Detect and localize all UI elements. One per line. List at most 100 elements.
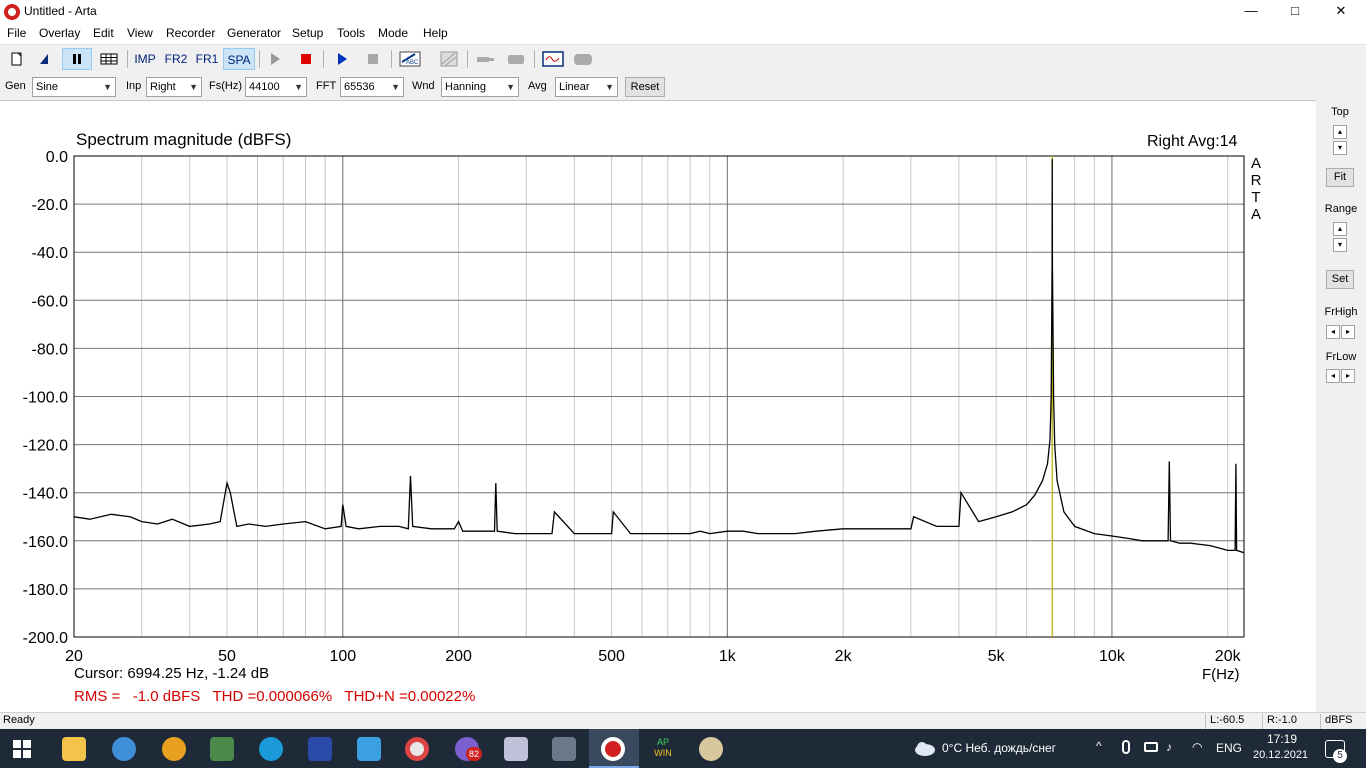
overlay-button[interactable] xyxy=(437,48,461,70)
windows-taskbar: 82 AP WIN 0°C Неб. дождь/снег ^ ♪ ◠ ENG … xyxy=(0,729,1366,768)
play-icon xyxy=(338,53,347,65)
minimize-button[interactable]: — xyxy=(1228,0,1274,23)
fit-button[interactable]: Fit xyxy=(1326,168,1354,187)
spectrum-app-icon[interactable] xyxy=(504,737,528,761)
windows-start-icon[interactable] xyxy=(13,740,31,758)
ap-win-icon[interactable]: AP WIN xyxy=(650,737,676,761)
audio-app-icon[interactable] xyxy=(162,737,186,761)
menu-overlay[interactable]: Overlay xyxy=(39,26,80,40)
scope-button[interactable] xyxy=(540,48,566,70)
vscode-icon[interactable] xyxy=(357,737,381,761)
status-bar: Ready L:-60.5 R:-1.0 dBFS xyxy=(0,712,1366,729)
frhigh-right-button[interactable]: ▸ xyxy=(1341,325,1355,339)
weather-app-icon[interactable] xyxy=(112,737,136,761)
menu-setup[interactable]: Setup xyxy=(292,26,323,40)
notification-count: 5 xyxy=(1333,749,1347,763)
close-button[interactable]: ✕ xyxy=(1318,0,1364,23)
menu-file[interactable]: File xyxy=(7,26,26,40)
wnd-select[interactable]: Hanning ▼ xyxy=(441,77,519,97)
menu-recorder[interactable]: Recorder xyxy=(166,26,215,40)
generator-stop-button[interactable] xyxy=(295,48,317,70)
table-view-button[interactable] xyxy=(97,48,121,70)
series-layer xyxy=(73,158,1245,554)
record-play-button[interactable] xyxy=(331,48,353,70)
chevron-down-icon: ▼ xyxy=(605,82,614,92)
menu-tools[interactable]: Tools xyxy=(337,26,365,40)
frhigh-left-button[interactable]: ◂ xyxy=(1326,325,1340,339)
imp-mode-button[interactable]: IMP xyxy=(132,48,158,70)
fs-select-value: 44100 xyxy=(249,81,280,93)
chevron-down-icon: ▼ xyxy=(506,82,515,92)
arta-vertical-brand: A R T A xyxy=(1249,155,1263,223)
range-label: Range xyxy=(1324,203,1358,215)
cloud-weather-icon[interactable] xyxy=(914,740,936,756)
toolbar-separator xyxy=(127,50,128,68)
spa-mode-button[interactable]: SPA xyxy=(223,48,255,70)
y-tick-label: -20.0 xyxy=(32,197,69,214)
paint-app-icon[interactable] xyxy=(699,737,723,761)
title-bar: Untitled - Arta — □ ✕ xyxy=(0,0,1366,23)
gen-select[interactable]: Sine ▼ xyxy=(32,77,116,97)
x-axis-ticks: 20 50 100 200 500 1k 2k 5k 10k 20k xyxy=(65,648,1241,665)
floppy-save-icon[interactable] xyxy=(308,737,332,761)
speaker-icon[interactable]: ♪ xyxy=(1166,740,1172,754)
pause-button[interactable] xyxy=(62,48,92,70)
fft-select[interactable]: 65536 ▼ xyxy=(340,77,404,97)
top-up-button[interactable]: ▴ xyxy=(1333,125,1347,139)
y-tick-label: 0.0 xyxy=(46,149,68,166)
calibrate-button[interactable]: ABC xyxy=(397,48,423,70)
menu-view[interactable]: View xyxy=(127,26,153,40)
file-explorer-icon[interactable] xyxy=(62,737,86,761)
probe-button[interactable] xyxy=(473,48,497,70)
range-up-button[interactable]: ▴ xyxy=(1333,222,1347,236)
fs-select[interactable]: 44100 ▼ xyxy=(245,77,307,97)
window-title: Untitled - Arta xyxy=(24,4,97,18)
set-button[interactable]: Set xyxy=(1326,270,1354,289)
stop-icon xyxy=(368,54,378,64)
range-down-button[interactable]: ▾ xyxy=(1333,238,1347,252)
new-file-button[interactable] xyxy=(6,48,28,70)
overlay-icon xyxy=(440,51,458,67)
arta-window: Untitled - Arta — □ ✕ File Overlay Edit … xyxy=(0,0,1366,768)
clock-date[interactable]: 20.12.2021 xyxy=(1253,749,1308,761)
x-tick-label: 20k xyxy=(1215,648,1242,665)
spectrum-chart[interactable]: 0.0 -20.0 -40.0 -60.0 -80.0 -100.0 -120.0 -140.… xyxy=(0,101,1316,713)
edge-browser-icon[interactable] xyxy=(259,737,283,761)
stop-icon xyxy=(301,54,311,64)
avg-select[interactable]: Linear ▼ xyxy=(555,77,618,97)
top-down-button[interactable]: ▾ xyxy=(1333,141,1347,155)
spectrum-plot-area[interactable]: 0.0 -20.0 -40.0 -60.0 -80.0 -100.0 -120.0 -140.… xyxy=(0,100,1316,712)
reset-button[interactable]: Reset xyxy=(625,77,665,97)
chevron-down-icon: ▼ xyxy=(294,82,303,92)
x-tick-label: 2k xyxy=(835,648,853,665)
fr2-mode-button[interactable]: FR2 xyxy=(162,48,190,70)
menu-help[interactable]: Help xyxy=(423,26,448,40)
x-tick-label: 5k xyxy=(988,648,1006,665)
wifi-icon[interactable]: ◠ xyxy=(1192,740,1202,754)
open-button[interactable] xyxy=(33,48,55,70)
menu-edit[interactable]: Edit xyxy=(93,26,114,40)
maximize-button[interactable]: □ xyxy=(1272,0,1318,23)
clock-time[interactable]: 17:19 xyxy=(1267,732,1297,746)
weather-text[interactable]: 0°C Неб. дождь/снег xyxy=(942,741,1056,755)
battery-icon[interactable] xyxy=(1144,742,1158,752)
fr1-mode-button[interactable]: FR1 xyxy=(193,48,221,70)
x-tick-label: 100 xyxy=(329,648,356,665)
chevron-up-icon[interactable]: ^ xyxy=(1096,739,1102,753)
arta-taskbar-icon[interactable] xyxy=(601,737,625,761)
microphone-icon[interactable] xyxy=(1122,740,1130,754)
menu-mode[interactable]: Mode xyxy=(378,26,408,40)
generator-play-button[interactable] xyxy=(264,48,286,70)
gen-label: Gen xyxy=(5,80,26,92)
inp-select[interactable]: Right ▼ xyxy=(146,77,202,97)
device-button[interactable] xyxy=(504,48,528,70)
record-stop-button[interactable] xyxy=(362,48,384,70)
menu-generator[interactable]: Generator xyxy=(227,26,281,40)
chrome-icon[interactable] xyxy=(405,737,429,761)
frlow-right-button[interactable]: ▸ xyxy=(1341,369,1355,383)
scanner-app-icon[interactable] xyxy=(552,737,576,761)
language-indicator[interactable]: ENG xyxy=(1216,741,1242,755)
meter-button[interactable] xyxy=(571,48,595,70)
monitor-app-icon[interactable] xyxy=(210,737,234,761)
frlow-left-button[interactable]: ◂ xyxy=(1326,369,1340,383)
